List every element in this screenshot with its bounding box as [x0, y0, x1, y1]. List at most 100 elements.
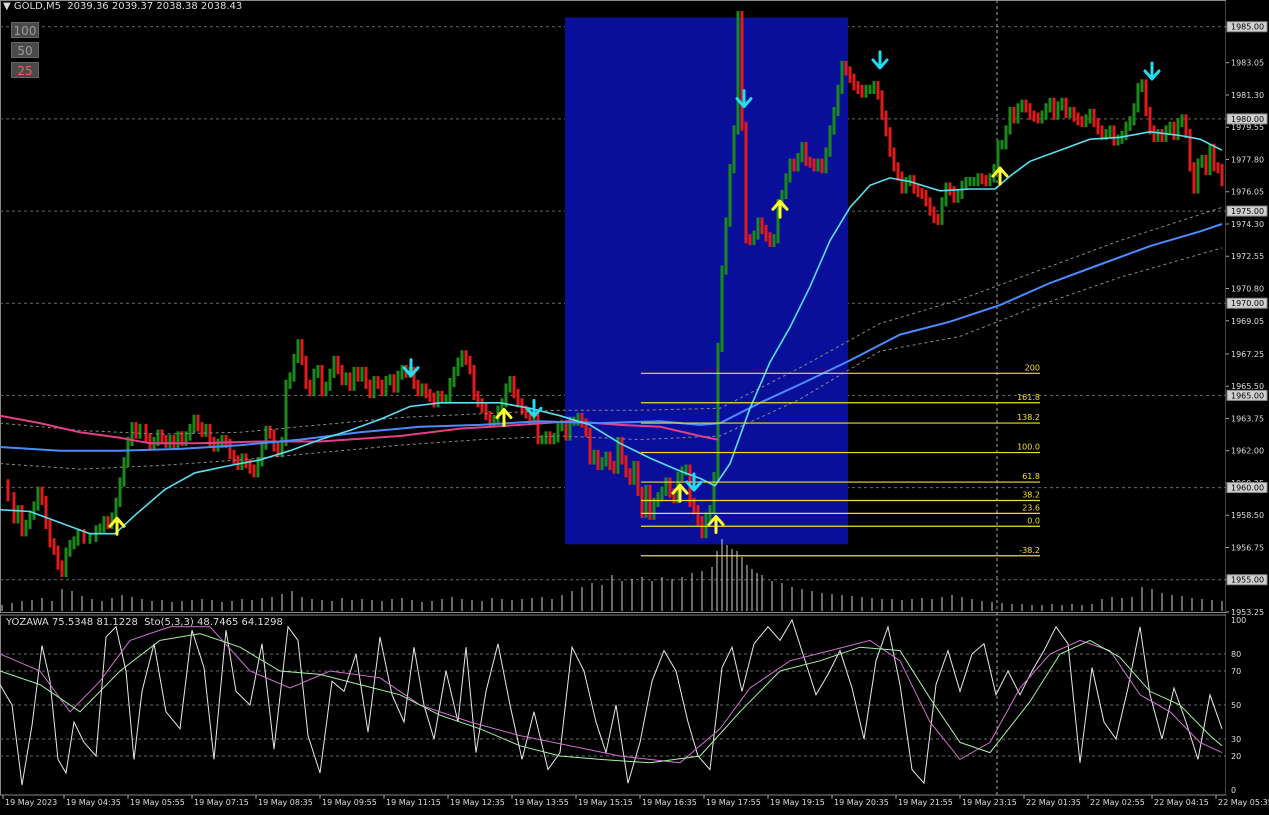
price-bar: [1132, 103, 1136, 126]
zoom-100-button[interactable]: 100: [11, 22, 39, 38]
price-bar: [130, 422, 134, 447]
price-bar: [212, 436, 216, 452]
price-bar: [920, 188, 924, 200]
price-bar: [1036, 112, 1040, 124]
price-bar: [512, 376, 516, 399]
time-axis-label: 22 May 02:55: [1090, 798, 1145, 807]
price-bar: [200, 422, 204, 437]
price-bar: [1080, 116, 1084, 128]
price-bar: [1128, 116, 1132, 131]
price-bar: [812, 158, 816, 172]
price-bar: [1192, 162, 1196, 194]
price-bar: [604, 451, 608, 467]
price-bar: [1216, 162, 1220, 174]
time-axis-label: 22 May 05:35: [1218, 798, 1269, 807]
price-bar: [168, 435, 172, 448]
fib-level-label: 38.2: [1022, 490, 1040, 499]
price-bar: [464, 350, 468, 365]
price-bar: [860, 84, 864, 98]
price-bar: [352, 366, 356, 391]
price-bar: [964, 176, 968, 190]
chart-canvas[interactable]: 200161.8138.2100.061.838.223.60.0-38.219…: [0, 0, 1269, 811]
price-bar: [1028, 103, 1032, 120]
price-bar: [68, 540, 72, 557]
price-bar: [1212, 143, 1216, 172]
price-bar: [1040, 110, 1044, 124]
price-axis-label: 1956.75: [1231, 543, 1264, 552]
price-bar: [460, 350, 464, 367]
price-bar: [808, 156, 812, 168]
price-bar: [1084, 114, 1088, 128]
price-bar: [40, 486, 44, 506]
price-bar: [944, 182, 948, 207]
price-bar: [876, 81, 880, 100]
price-bar: [728, 164, 732, 227]
price-bar: [580, 412, 584, 428]
price-bar: [608, 451, 612, 471]
price-bar: [126, 436, 130, 467]
price-bar: [948, 182, 952, 196]
price-bar: [392, 374, 396, 393]
time-axis-label: 19 May 09:55: [322, 798, 377, 807]
price-bar: [56, 545, 60, 570]
price-bar: [1048, 97, 1052, 113]
price-bar: [1184, 114, 1188, 139]
price-bar: [148, 433, 152, 450]
price-bar: [1124, 121, 1128, 141]
fib-level-label: 61.8: [1022, 472, 1040, 481]
sell-arrow-icon: [871, 50, 889, 70]
price-bar: [940, 197, 944, 225]
price-bar: [1152, 125, 1156, 142]
price-bar: [244, 453, 248, 469]
price-bar: [1032, 110, 1036, 122]
price-bar: [508, 376, 512, 393]
price-bar: [384, 376, 388, 397]
indicator-axis-label: 50: [1231, 701, 1241, 710]
price-bar: [1188, 129, 1192, 172]
price-bar: [880, 90, 884, 120]
price-axis-label: 1963.75: [1231, 414, 1264, 423]
price-bar: [892, 147, 896, 172]
price-bar: [424, 383, 428, 399]
price-bar: [292, 353, 296, 382]
price-bar: [928, 197, 932, 216]
price-bar: [204, 423, 208, 437]
price-bar: [1044, 103, 1048, 120]
time-axis-label: 19 May 17:55: [706, 798, 761, 807]
zoom-25-button[interactable]: 25: [11, 62, 39, 78]
indicator-header: YOZAWA 75.5348 81.1228 Sto(5,3,3) 48.746…: [6, 617, 283, 628]
time-axis-label: 19 May 21:55: [898, 798, 953, 807]
price-bar: [134, 422, 138, 439]
price-bar: [596, 449, 600, 471]
zoom-50-button[interactable]: 50: [11, 42, 39, 58]
price-bar: [336, 355, 340, 375]
price-bar: [764, 224, 768, 242]
price-bar: [36, 486, 40, 511]
price-bar: [300, 339, 304, 365]
price-bar: [916, 184, 920, 198]
price-bar: [296, 339, 300, 364]
price-bar: [480, 398, 484, 413]
fib-level-label: 0.0: [1027, 516, 1040, 525]
price-bar: [216, 438, 220, 452]
price-bar: [976, 173, 980, 187]
price-bar: [102, 516, 106, 533]
price-axis-label: 1976.05: [1231, 188, 1264, 197]
price-bar: [1024, 99, 1028, 113]
price-level-box-label: 1980.00: [1231, 115, 1264, 124]
price-bar: [936, 213, 940, 225]
time-axis-label: 19 May 11:15: [386, 798, 441, 807]
price-bar: [912, 175, 916, 194]
price-bar: [1168, 121, 1172, 135]
price-bar: [1076, 112, 1080, 126]
time-axis-label: 19 May 15:15: [578, 798, 633, 807]
price-level-box-label: 1965.00: [1231, 391, 1264, 400]
price-bar: [1092, 108, 1096, 128]
price-axis-label: 1979.55: [1231, 123, 1264, 132]
price-bar: [364, 366, 368, 389]
indicator-axis-label: 80: [1231, 650, 1241, 659]
price-bar: [240, 453, 244, 471]
price-bar: [760, 217, 764, 235]
price-bar: [904, 176, 908, 194]
price-bar: [440, 390, 444, 404]
